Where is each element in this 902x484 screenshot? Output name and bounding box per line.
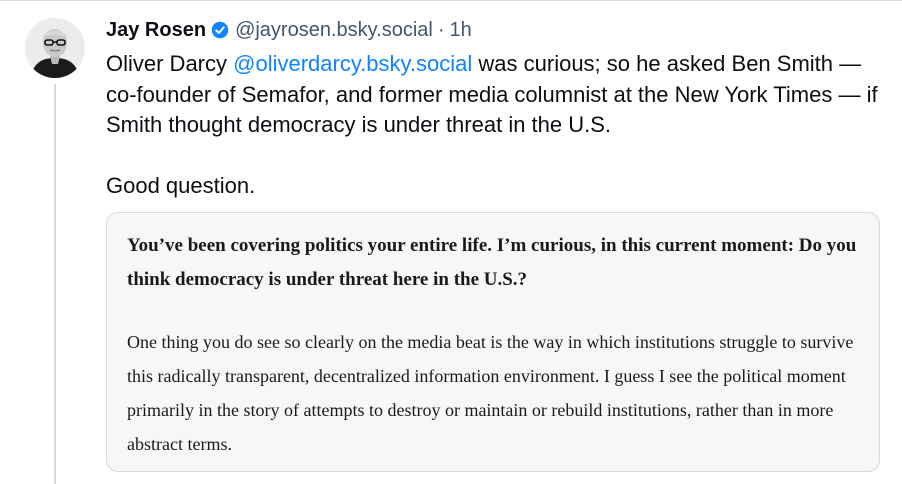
post-timestamp[interactable]: 1h bbox=[450, 19, 472, 42]
post-text-start: Oliver Darcy bbox=[106, 51, 234, 76]
separator-dot: · bbox=[437, 18, 445, 41]
author-name[interactable]: Jay Rosen bbox=[106, 19, 206, 42]
embedded-image[interactable]: You’ve been covering politics your entir… bbox=[106, 212, 880, 472]
post-paragraph-1: Oliver Darcy @oliverdarcy.bsky.social wa… bbox=[106, 49, 891, 141]
mention-link[interactable]: @oliverdarcy.bsky.social bbox=[233, 51, 472, 76]
avatar-photo bbox=[25, 18, 85, 78]
interview-question: You’ve been covering politics your entir… bbox=[127, 235, 857, 290]
thread-line bbox=[54, 84, 56, 484]
post-body: Oliver Darcy @oliverdarcy.bsky.social wa… bbox=[106, 49, 891, 202]
post-header: Jay Rosen @jayrosen.bsky.social · 1h bbox=[106, 16, 472, 44]
interview-answer: One thing you do see so clearly on the m… bbox=[127, 332, 854, 454]
post-paragraph-2: Good question. bbox=[106, 173, 256, 198]
top-divider bbox=[0, 0, 902, 1]
author-handle[interactable]: @jayrosen.bsky.social bbox=[235, 19, 433, 42]
verified-badge-icon[interactable] bbox=[211, 21, 229, 39]
avatar[interactable] bbox=[25, 18, 85, 78]
